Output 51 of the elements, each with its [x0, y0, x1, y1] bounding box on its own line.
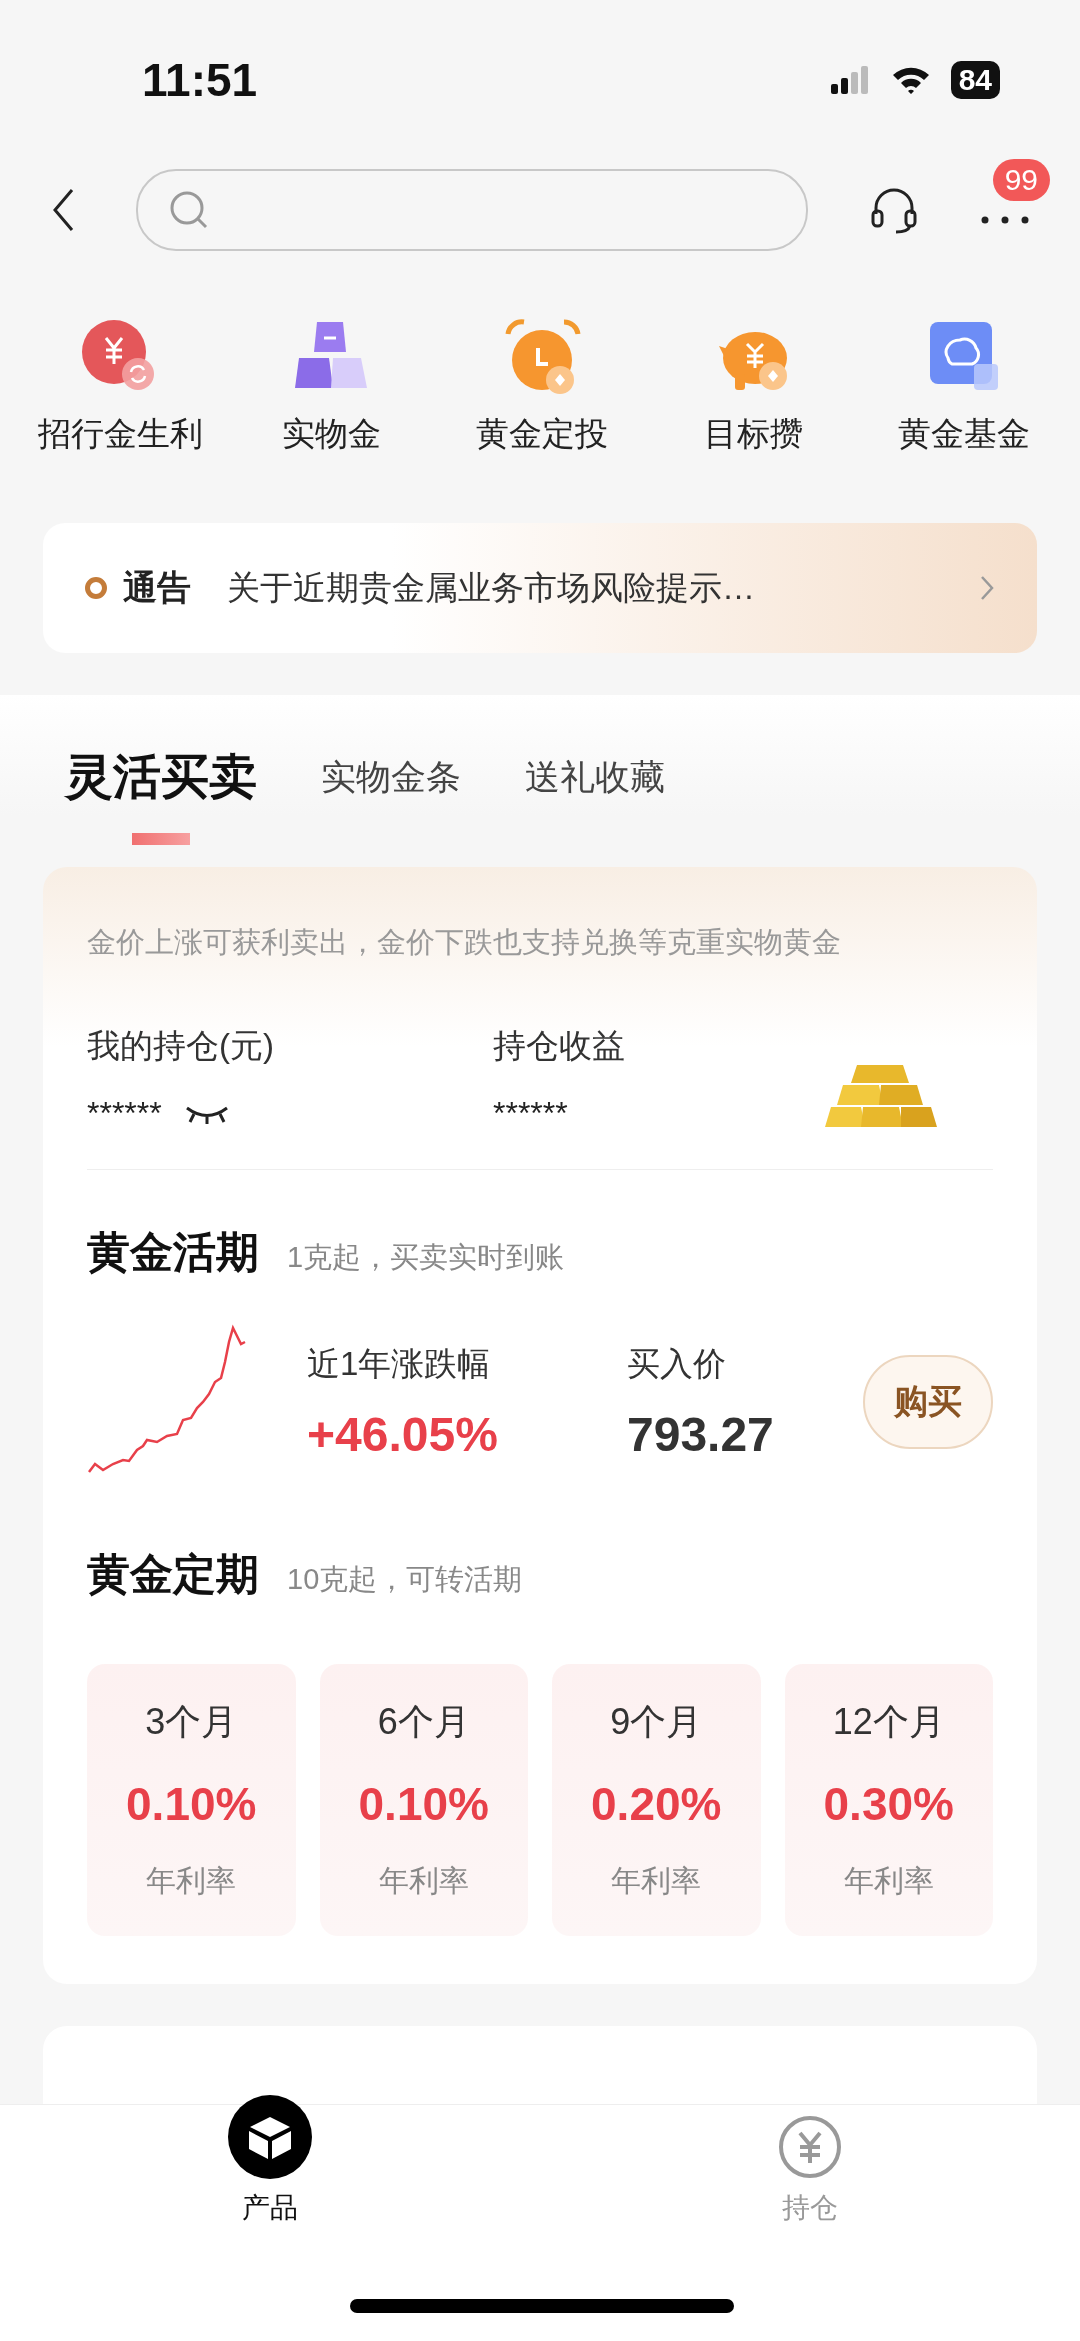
shortcut-item[interactable]: 招行金生利 [20, 318, 220, 457]
holding-label: 我的持仓(元) [87, 1026, 275, 1066]
shortcut-item[interactable]: 目标攒 [653, 318, 853, 457]
category-tab[interactable]: 实物金条 [321, 754, 461, 845]
rate-value: 0.10% [358, 1777, 489, 1831]
notice-banner[interactable]: 通告 关于近期贵金属业务市场风险提示… [43, 523, 1037, 653]
term-label: 6个月 [377, 1700, 470, 1744]
rate-value: 0.10% [126, 1777, 257, 1831]
rate-label: 年利率 [146, 1863, 237, 1899]
rate-label: 年利率 [378, 1863, 469, 1899]
section-subtitle: 10克起，可转活期 [287, 1562, 523, 1597]
term-card[interactable]: 12个月 0.30% 年利率 [784, 1664, 993, 1936]
shortcut-item[interactable]: 实物金 [231, 318, 431, 457]
shortcut-item[interactable]: 黄金定投 [442, 318, 642, 457]
term-card[interactable]: 6个月 0.10% 年利率 [319, 1664, 528, 1936]
change-value: +46.05% [307, 1407, 499, 1462]
yuan-icon [778, 2115, 842, 2179]
hint-text: 金价上涨可获利卖出，金价下跌也支持兑换等克重实物黄金 [87, 925, 842, 960]
term-label: 3个月 [145, 1700, 238, 1744]
rate-value: 0.20% [591, 1777, 722, 1831]
rate-label: 年利率 [611, 1863, 702, 1899]
battery-indicator: 84 [950, 61, 1000, 99]
section-title: 黄金定期 [87, 1549, 259, 1600]
change-label: 近1年涨跌幅 [307, 1344, 492, 1384]
status-time: 11:51 [142, 53, 258, 107]
holding-label: 持仓收益 [493, 1026, 626, 1066]
term-label: 12个月 [832, 1700, 945, 1744]
price-value: 793.27 [627, 1407, 775, 1462]
shortcut-item[interactable]: 黄金基金 [864, 318, 1064, 457]
notification-badge: 99 [992, 159, 1050, 201]
notice-tag: 通告 [123, 565, 191, 611]
rate-label: 年利率 [843, 1863, 934, 1899]
buy-button[interactable]: 购买 [863, 1355, 993, 1449]
rate-value: 0.30% [823, 1777, 954, 1831]
back-icon[interactable] [52, 188, 76, 232]
category-tab[interactable]: 送礼收藏 [525, 754, 665, 845]
notice-dot-icon [85, 577, 107, 599]
term-card[interactable]: 9个月 0.20% 年利率 [552, 1664, 761, 1936]
term-card[interactable]: 3个月 0.10% 年利率 [87, 1664, 296, 1936]
price-label: 买入价 [627, 1344, 727, 1384]
search-icon [168, 189, 210, 231]
more-icon[interactable] [980, 215, 1030, 225]
holding-value: ****** [493, 1095, 568, 1132]
term-label: 9个月 [610, 1700, 703, 1744]
signal-icon [830, 66, 871, 94]
chevron-right-icon [979, 574, 995, 602]
section-title: 黄金活期 [87, 1227, 259, 1278]
notice-text: 关于近期贵金属业务市场风险提示… [227, 567, 756, 608]
holding-value: ****** [87, 1095, 162, 1132]
section-subtitle: 1克起，买卖实时到账 [287, 1240, 565, 1275]
bottom-tab[interactable]: 产品 [170, 2085, 370, 2227]
